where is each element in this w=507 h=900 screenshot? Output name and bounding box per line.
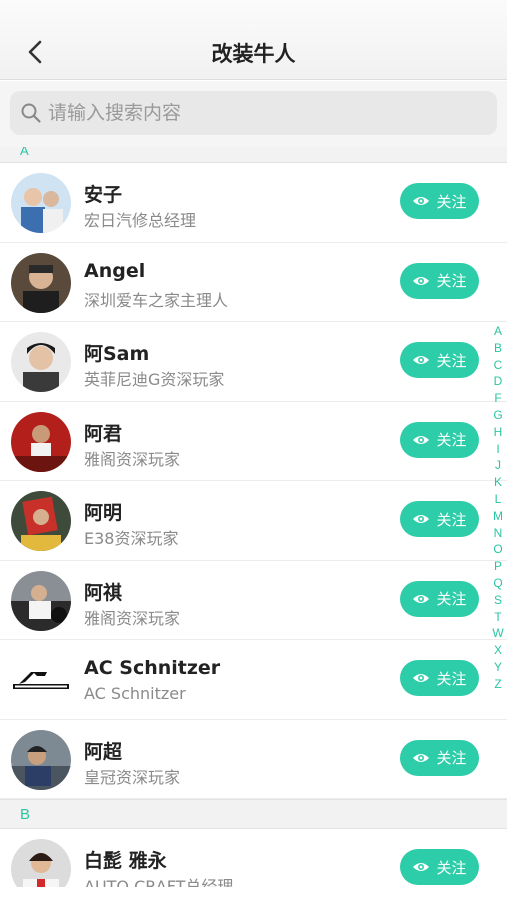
follow-button[interactable]: 关注 [400, 580, 479, 617]
index-letter[interactable]: F [489, 390, 507, 407]
person-name: 阿Sam [84, 343, 150, 365]
list-item[interactable]: 安子 宏日汽修总经理 关注 [0, 163, 507, 243]
index-letter[interactable]: G [489, 407, 507, 424]
search-input[interactable] [48, 91, 488, 135]
index-letter[interactable]: K [489, 474, 507, 491]
eye-icon [413, 197, 430, 205]
person-title: E38资深玩家 [84, 529, 179, 548]
avatar [11, 839, 71, 887]
index-letter[interactable]: L [489, 491, 507, 508]
person-title: 深圳爱车之家主理人 [84, 290, 229, 310]
follow-button[interactable]: 关注 [400, 739, 479, 776]
list-item[interactable]: 阿祺 雅阁资深玩家 关注 [0, 560, 507, 640]
eye-icon [413, 356, 430, 364]
avatar [11, 491, 71, 551]
list-item[interactable]: 阿君 雅阁资深玩家 关注 [0, 401, 507, 481]
index-letter[interactable]: Z [489, 676, 507, 693]
index-letter[interactable]: Y [489, 659, 507, 676]
eye-icon [413, 753, 430, 762]
search-box[interactable] [10, 91, 497, 135]
follow-button[interactable]: 关注 [400, 421, 479, 458]
avatar [11, 173, 71, 233]
search-icon [21, 103, 41, 123]
index-letter[interactable]: W [489, 625, 507, 642]
person-name: AC Schnitzer [84, 657, 221, 679]
follow-label: 关注 [436, 749, 467, 767]
nav-bar: 改装牛人 [0, 0, 507, 80]
person-name: 阿祺 [84, 581, 123, 604]
follow-label: 关注 [436, 272, 467, 290]
expert-list[interactable]: A 安子 宏日汽修总经理 关注 Angel 深圳爱车之家主理人 关注 阿Sam … [0, 147, 507, 887]
index-letter[interactable]: X [489, 642, 507, 659]
index-letter[interactable]: P [489, 558, 507, 575]
follow-button[interactable]: 关注 [400, 262, 479, 299]
alphabet-index[interactable]: ABCDFGHIJKLMNOPQSTWXYZ [489, 323, 507, 693]
index-letter[interactable]: A [489, 323, 507, 340]
avatar [11, 411, 71, 472]
index-letter[interactable]: N [489, 525, 507, 542]
index-letter[interactable]: C [489, 357, 507, 374]
page-title: 改装牛人 [211, 42, 296, 66]
follow-button[interactable]: 关注 [400, 342, 479, 378]
list-item[interactable]: 阿超 皇冠资深玩家 关注 [0, 719, 507, 799]
follow-label: 关注 [436, 351, 467, 370]
index-letter[interactable]: I [489, 441, 507, 458]
follow-button[interactable]: 关注 [400, 183, 479, 219]
follow-label: 关注 [436, 192, 467, 211]
follow-label: 关注 [436, 858, 467, 877]
index-letter[interactable]: D [489, 373, 507, 390]
follow-button[interactable]: 关注 [400, 849, 479, 885]
index-letter[interactable]: J [489, 457, 507, 474]
avatar [11, 729, 71, 790]
person-title: AUTO CRAFT总经理 [84, 877, 234, 887]
index-letter[interactable]: T [489, 609, 507, 626]
index-letter[interactable]: S [489, 592, 507, 609]
list-item[interactable]: Angel 深圳爱车之家主理人 关注 [0, 242, 507, 322]
follow-button[interactable]: 关注 [400, 501, 479, 537]
person-title: 皇冠资深玩家 [84, 767, 181, 787]
follow-label: 关注 [436, 431, 467, 449]
index-letter[interactable]: Q [489, 575, 507, 592]
follow-label: 关注 [436, 590, 467, 608]
person-name: 阿君 [84, 422, 123, 445]
section-header-a: A [0, 147, 507, 163]
list-item[interactable]: 阿明 E38资深玩家 关注 [0, 481, 507, 561]
avatar [11, 570, 71, 631]
person-name: Angel [84, 259, 146, 282]
list-item[interactable]: 白髭 雅永 AUTO CRAFT总经理 关注 [0, 829, 507, 887]
eye-icon [413, 674, 430, 682]
person-name: 阿超 [84, 740, 123, 763]
eye-icon [413, 515, 430, 523]
follow-label: 关注 [436, 510, 467, 529]
search-bar-container [0, 81, 507, 147]
eye-icon [413, 863, 430, 871]
ac-schnitzer-logo [11, 650, 71, 710]
index-letter[interactable]: B [489, 340, 507, 357]
avatar [11, 332, 71, 392]
index-letter[interactable]: M [489, 508, 507, 525]
person-title: 雅阁资深玩家 [84, 449, 181, 469]
eye-icon [413, 435, 430, 444]
list-item[interactable]: 阿Sam 英菲尼迪G资深玩家 关注 [0, 322, 507, 402]
index-letter[interactable]: H [489, 424, 507, 441]
person-name: 阿明 [84, 502, 123, 524]
person-name: 安子 [84, 184, 123, 206]
section-header-b: B [0, 799, 507, 829]
person-title: AC Schnitzer [84, 684, 186, 703]
list-item[interactable]: AC Schnitzer AC Schnitzer 关注 [0, 640, 507, 720]
follow-label: 关注 [436, 669, 467, 688]
index-letter[interactable]: O [489, 541, 507, 558]
person-title: 宏日汽修总经理 [84, 211, 197, 230]
avatar [11, 252, 71, 313]
person-title: 雅阁资深玩家 [84, 608, 181, 628]
eye-icon [413, 594, 430, 603]
person-title: 英菲尼迪G资深玩家 [84, 370, 225, 389]
follow-button[interactable]: 关注 [400, 660, 479, 696]
eye-icon [413, 276, 430, 285]
person-name: 白髭 雅永 [84, 850, 167, 872]
